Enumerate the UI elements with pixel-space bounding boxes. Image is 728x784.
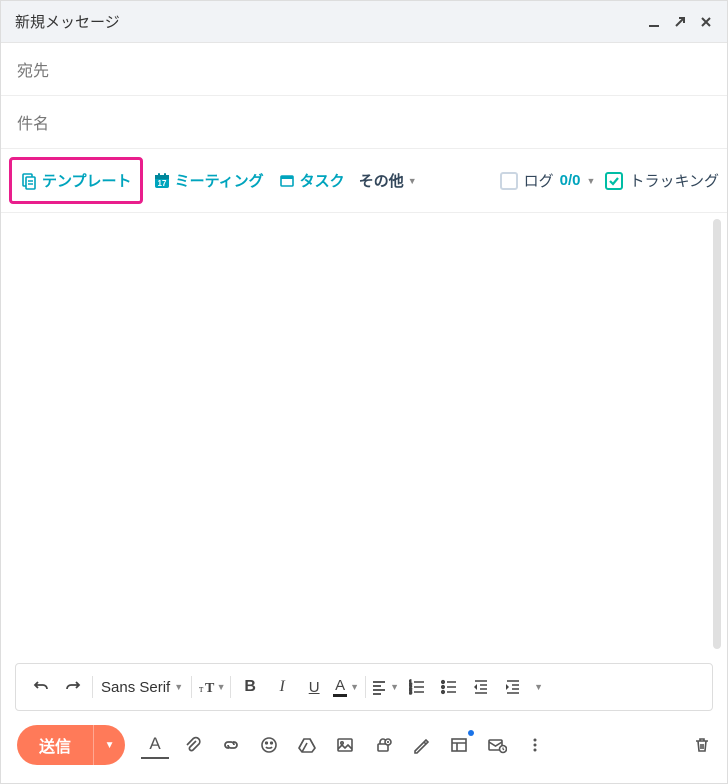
close-button[interactable] xyxy=(699,15,713,29)
svg-text:т: т xyxy=(199,684,204,695)
font-size-select[interactable]: т T ▼ xyxy=(196,672,226,702)
bold-button[interactable]: B xyxy=(235,672,265,702)
compose-window: 新規メッセージ 宛先 件名 xyxy=(0,0,728,784)
svg-text:17: 17 xyxy=(157,179,166,188)
separator xyxy=(365,676,366,698)
bullet-list-button[interactable] xyxy=(434,672,464,702)
italic-button[interactable]: I xyxy=(267,672,297,702)
undo-button[interactable] xyxy=(26,672,56,702)
task-icon xyxy=(278,172,296,190)
template-icon xyxy=(20,172,38,190)
task-button[interactable]: タスク xyxy=(274,164,349,197)
popout-button[interactable] xyxy=(673,15,687,29)
separator xyxy=(92,676,93,698)
to-field[interactable]: 宛先 xyxy=(1,43,727,96)
template-button[interactable]: テンプレート xyxy=(16,164,136,197)
footer-actions: A xyxy=(141,731,549,759)
font-family-select[interactable]: Sans Serif ▼ xyxy=(97,672,187,702)
send-split-button: 送信 ▼ xyxy=(17,725,125,765)
formatting-toggle[interactable]: A xyxy=(141,731,169,759)
tracking-label: トラッキング xyxy=(629,170,719,191)
minimize-button[interactable] xyxy=(647,15,661,29)
hubspot-toolbar: テンプレート 17 ミーティング タス xyxy=(1,149,727,213)
chevron-down-icon: ▼ xyxy=(390,682,399,692)
schedule-button[interactable] xyxy=(483,731,511,759)
calendar-icon: 17 xyxy=(153,172,171,190)
attach-button[interactable] xyxy=(179,731,207,759)
log-checkbox[interactable] xyxy=(500,172,518,190)
chevron-down-icon: ▼ xyxy=(350,682,359,692)
compose-footer: 送信 ▼ A xyxy=(1,711,727,783)
chevron-down-icon: ▼ xyxy=(217,682,226,692)
template-label: テンプレート xyxy=(42,170,132,191)
svg-text:T: T xyxy=(205,681,215,696)
emoji-button[interactable] xyxy=(255,731,283,759)
insert-image-button[interactable] xyxy=(331,731,359,759)
font-family-label: Sans Serif xyxy=(101,679,170,696)
tracking-toggle[interactable]: トラッキング xyxy=(605,170,719,191)
chevron-down-icon: ▼ xyxy=(105,740,115,751)
subject-label: 件名 xyxy=(17,116,49,133)
tracking-checkbox[interactable] xyxy=(605,172,623,190)
window-controls xyxy=(647,15,713,29)
compose-header: 新規メッセージ xyxy=(1,1,727,43)
confidential-mode-button[interactable] xyxy=(369,731,397,759)
redo-button[interactable] xyxy=(58,672,88,702)
compose-title: 新規メッセージ xyxy=(15,11,120,32)
separator xyxy=(230,676,231,698)
other-button[interactable]: その他 ▼ xyxy=(355,164,421,197)
separator xyxy=(191,676,192,698)
send-label: 送信 xyxy=(39,733,71,757)
meeting-button[interactable]: 17 ミーティング xyxy=(149,164,268,197)
chevron-down-icon: ▼ xyxy=(587,176,596,186)
other-label: その他 xyxy=(359,170,404,191)
subject-field[interactable]: 件名 xyxy=(1,96,727,149)
signature-button[interactable] xyxy=(407,731,435,759)
notification-dot-icon xyxy=(468,730,474,736)
send-button[interactable]: 送信 xyxy=(17,725,93,765)
format-toolbar: Sans Serif ▼ т T ▼ B I U A ▼ ▼ 123 xyxy=(15,663,713,711)
more-options-button[interactable] xyxy=(521,731,549,759)
chevron-down-icon: ▼ xyxy=(174,682,183,692)
log-toggle[interactable]: ログ 0/0 ▼ xyxy=(500,170,596,191)
chevron-down-icon: ▼ xyxy=(408,176,417,186)
insert-link-button[interactable] xyxy=(217,731,245,759)
more-format-dropdown[interactable]: ▼ xyxy=(534,682,543,692)
task-label: タスク xyxy=(300,170,345,191)
templates-layout-button[interactable] xyxy=(445,731,473,759)
align-button[interactable]: ▼ xyxy=(370,672,400,702)
compose-body[interactable] xyxy=(1,213,727,655)
indent-decrease-button[interactable] xyxy=(466,672,496,702)
discard-button[interactable] xyxy=(693,736,711,754)
hubspot-right-group: ログ 0/0 ▼ トラッキング xyxy=(500,170,719,191)
svg-text:3: 3 xyxy=(409,690,412,695)
log-label: ログ xyxy=(524,170,554,191)
indent-increase-button[interactable] xyxy=(498,672,528,702)
log-count: 0/0 xyxy=(560,172,581,189)
template-button-highlight: テンプレート xyxy=(9,157,143,204)
meeting-label: ミーティング xyxy=(175,170,264,191)
to-label: 宛先 xyxy=(17,63,49,80)
numbered-list-button[interactable]: 123 xyxy=(402,672,432,702)
underline-button[interactable]: U xyxy=(299,672,329,702)
drive-button[interactable] xyxy=(293,731,321,759)
text-color-button[interactable]: A ▼ xyxy=(331,672,361,702)
send-options-button[interactable]: ▼ xyxy=(93,725,125,765)
